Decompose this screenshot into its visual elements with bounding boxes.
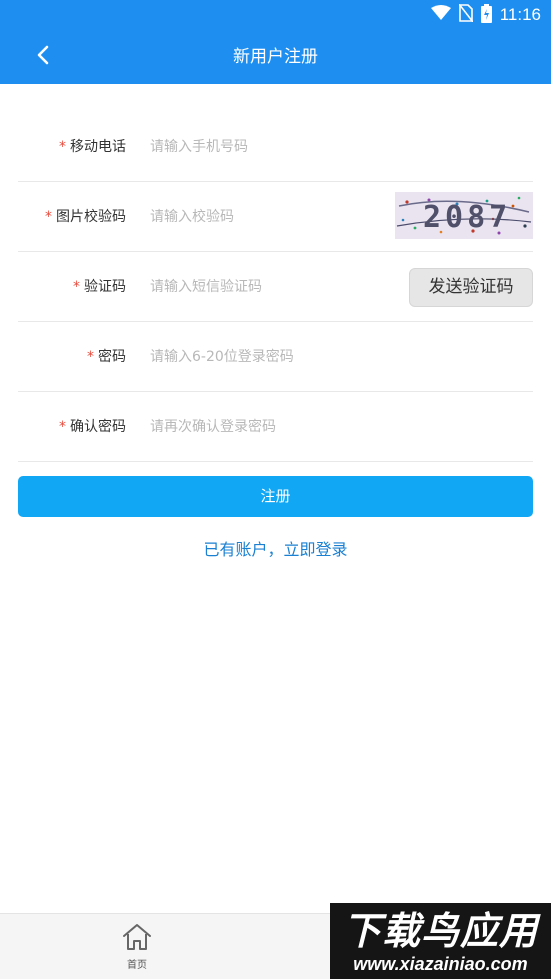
back-button[interactable]: [26, 40, 60, 74]
captcha-text: 2087: [423, 200, 511, 235]
register-button[interactable]: 注册: [18, 476, 533, 517]
phone-row: * 移动电话: [18, 112, 533, 182]
confirm-password-input[interactable]: [150, 408, 390, 446]
image-code-label-text: 图片校验码: [56, 209, 126, 225]
phone-label: * 移动电话: [18, 112, 126, 182]
captcha-image[interactable]: 2087: [395, 192, 533, 239]
app-header: 新用户注册: [0, 30, 551, 84]
password-input[interactable]: [150, 338, 390, 376]
confirm-password-row: * 确认密码: [18, 392, 533, 462]
required-star: *: [87, 349, 94, 365]
register-form: *移动电话 *图片校验码: [18, 112, 533, 462]
no-sim-icon: [458, 3, 474, 26]
page-title: 新用户注册: [233, 47, 318, 67]
required-star: *: [73, 279, 80, 295]
status-time: 11:16: [499, 5, 541, 24]
image-code-label: * 图片校验码: [18, 182, 126, 252]
image-code-input[interactable]: [150, 198, 390, 236]
password-row: * 密码: [18, 322, 533, 392]
status-bar: 11:16: [0, 0, 551, 30]
login-link[interactable]: 已有账户，立即登录: [0, 536, 551, 560]
sms-code-label: * 验证码: [18, 252, 126, 322]
wifi-icon: [430, 5, 451, 25]
watermark-title: 下载鸟应用: [342, 909, 538, 953]
status-icons: 11:16: [430, 3, 541, 27]
phone-input[interactable]: [150, 128, 390, 166]
required-star: *: [59, 419, 66, 435]
sms-code-label-text: 验证码: [84, 279, 126, 295]
confirm-password-label-text: 确认密码: [70, 419, 126, 435]
nav-home-label: 首页: [127, 960, 147, 971]
phone-label-text: 移动电话: [70, 139, 126, 155]
required-star: *: [59, 139, 66, 155]
password-label-text: 密码: [98, 349, 126, 365]
sms-code-input[interactable]: [150, 268, 390, 306]
home-icon: [121, 924, 153, 956]
send-sms-code-button[interactable]: 发送验证码: [409, 268, 533, 307]
back-arrow-icon: [36, 45, 50, 69]
required-star: *: [45, 209, 52, 225]
confirm-password-label: * 确认密码: [18, 392, 126, 462]
password-label: * 密码: [18, 322, 126, 392]
watermark-logo: 下载鸟应用 www.xiazainiao.com: [330, 903, 551, 979]
image-code-row: *图片校验码 2087: [18, 182, 533, 252]
nav-home[interactable]: 首页: [112, 922, 162, 974]
watermark-url: www.xiazainiao.com: [353, 954, 528, 974]
battery-charging-icon: [480, 3, 492, 27]
